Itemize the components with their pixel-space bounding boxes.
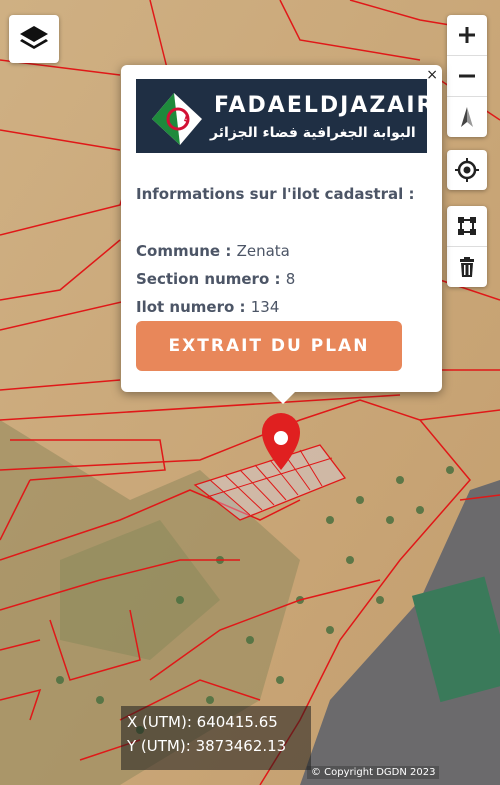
- square-draw-icon: [458, 217, 476, 235]
- field-value: 134: [250, 298, 280, 316]
- popup-close-button[interactable]: ×: [426, 68, 438, 82]
- field-value: 8: [285, 270, 296, 288]
- field-section: Section numero : 8: [136, 270, 296, 288]
- field-label: Commune: [136, 242, 221, 260]
- zoom-controls: [447, 15, 487, 137]
- trash-icon: [460, 257, 474, 277]
- layers-icon: [20, 26, 48, 49]
- zoom-out-button[interactable]: [447, 56, 487, 97]
- north-button[interactable]: [447, 97, 487, 137]
- y-label: Y (UTM):: [127, 737, 191, 755]
- attribution: © Copyright DGDN 2023: [307, 766, 440, 779]
- x-coordinate: X (UTM): 640415.65: [127, 710, 305, 734]
- draw-controls: [447, 206, 487, 287]
- fadaeldjazair-logo: FADAELDJAZAIR البوابة الجغرافية فضاء الج…: [136, 79, 433, 153]
- minus-icon: [459, 74, 475, 78]
- extrait-du-plan-button[interactable]: EXTRAIT DU PLAN: [136, 321, 402, 371]
- locate-button[interactable]: [447, 150, 487, 190]
- algeria-flag-logo-icon: [152, 93, 202, 145]
- ilot-info-popup: × FADAELDJAZAIR البوابة الجغرافية فضاء ا…: [121, 65, 442, 404]
- coordinates-readout: X (UTM): 640415.65 Y (UTM): 3873462.13: [121, 706, 311, 770]
- plus-icon: [459, 27, 475, 43]
- target-icon: [455, 158, 479, 182]
- logo-subtitle-arabic: البوابة الجغرافية فضاء الجزائر: [210, 125, 416, 141]
- zoom-in-button[interactable]: [447, 15, 487, 56]
- delete-button[interactable]: [447, 247, 487, 287]
- y-coordinate: Y (UTM): 3873462.13: [127, 734, 305, 758]
- logo-title: FADAELDJAZAIR: [214, 93, 436, 118]
- x-label: X (UTM):: [127, 713, 192, 731]
- draw-polygon-button[interactable]: [447, 206, 487, 247]
- layers-button[interactable]: [9, 15, 59, 63]
- popup-heading: Informations sur l'ilot cadastral :: [136, 185, 415, 203]
- x-value: 640415.65: [196, 713, 278, 731]
- field-ilot: Ilot numero : 134: [136, 298, 280, 316]
- field-label: Section numero: [136, 270, 270, 288]
- field-commune: Commune : Zenata: [136, 242, 290, 260]
- field-value: Zenata: [236, 242, 290, 260]
- compass-icon: [461, 107, 473, 127]
- y-value: 3873462.13: [195, 737, 287, 755]
- field-label: Ilot numero: [136, 298, 235, 316]
